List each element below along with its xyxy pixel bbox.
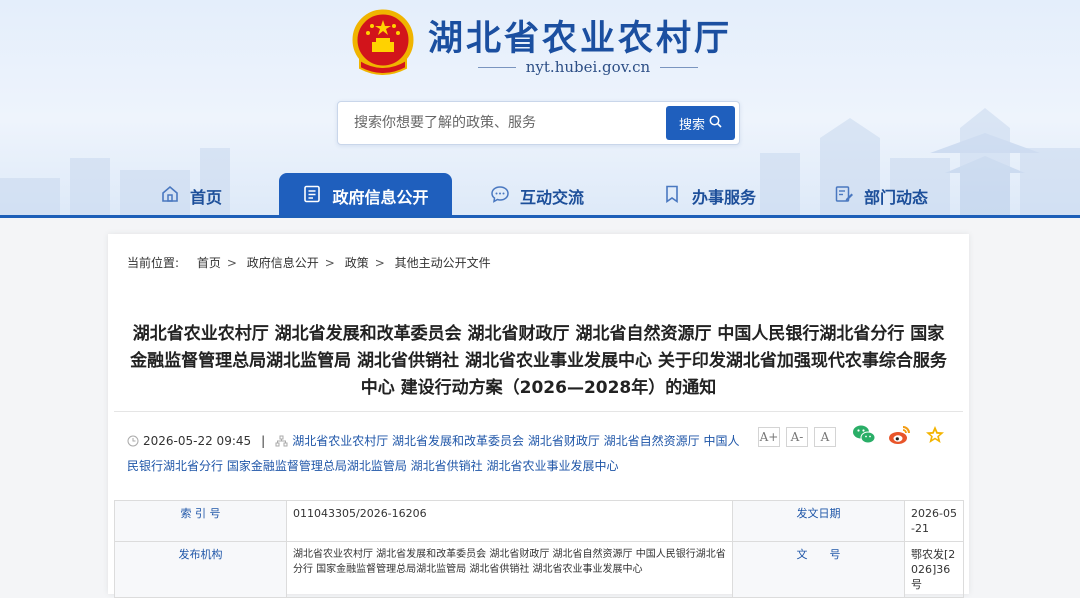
font-increase-label: A+ [759, 430, 779, 444]
nav-gov-info-public-label: 政府信息公开 [332, 187, 429, 207]
wechat-icon[interactable] [852, 424, 876, 450]
nav-interaction-label: 互动交流 [520, 187, 585, 207]
nav-services[interactable]: 办事服务 [662, 173, 782, 218]
breadcrumb-item-policy[interactable]: 政策 [345, 256, 369, 270]
font-reset-button[interactable]: A [814, 427, 836, 447]
article-title: 湖北省农业农村厅 湖北省发展和改革委员会 湖北省财政厅 湖北省自然资源厅 中国人… [130, 324, 947, 398]
document-number-label: 文 号 [732, 541, 905, 598]
site-url-row: nyt.hubei.gov.cn [478, 56, 698, 78]
font-increase-button[interactable]: A+ [758, 427, 780, 447]
nav-home-label: 首页 [190, 187, 223, 207]
table-row: 索 引 号 011043305/2026-16206 发文日期 2026-05-… [114, 500, 964, 542]
weibo-icon[interactable] [888, 424, 912, 450]
favorite-star-icon[interactable] [924, 424, 946, 450]
breadcrumb-item-other-files[interactable]: 其他主动公开文件 [395, 256, 491, 270]
publish-date: 2026-05-22 09:45 [143, 434, 252, 448]
news-edit-icon [834, 184, 854, 208]
breadcrumb-separator: > [374, 256, 385, 270]
breadcrumb-separator: > [226, 256, 237, 270]
nav-department-news-label: 部门动态 [864, 187, 929, 207]
clock-icon [127, 432, 139, 455]
home-icon [160, 184, 180, 208]
header-bottom-bar [0, 215, 1080, 218]
breadcrumb-prefix: 当前位置: [127, 256, 180, 270]
decorative-line [478, 66, 516, 68]
issue-date-label: 发文日期 [732, 500, 905, 542]
search-box: 搜索 [337, 101, 740, 145]
font-decrease-button[interactable]: A- [786, 427, 808, 447]
site-header: 湖北省农业农村厅 nyt.hubei.gov.cn 搜索 首页 政府信息公开 [0, 0, 1080, 218]
share-buttons [852, 424, 946, 450]
national-emblem-logo [350, 8, 416, 76]
document-number-value: 鄂农发[2026]36号 [904, 541, 964, 598]
issuing-agency-value: 湖北省农业农村厅 湖北省发展和改革委员会 湖北省财政厅 湖北省自然资源厅 中国人… [286, 541, 733, 598]
search-icon [709, 115, 722, 132]
search-input[interactable] [338, 102, 664, 144]
issue-date-value: 2026-05-21 [904, 500, 964, 542]
search-button-label: 搜索 [678, 117, 705, 133]
site-title: 湖北省农业农村厅 [428, 19, 733, 59]
index-number-label: 索 引 号 [114, 500, 287, 542]
site-url: nyt.hubei.gov.cn [525, 58, 651, 76]
breadcrumb-separator: > [324, 256, 335, 270]
nav-gov-info-public[interactable]: 政府信息公开 [279, 173, 452, 218]
nav-department-news[interactable]: 部门动态 [834, 173, 954, 218]
title-divider [114, 411, 963, 412]
index-number-value: 011043305/2026-16206 [286, 500, 733, 542]
document-info-table: 索 引 号 011043305/2026-16206 发文日期 2026-05-… [114, 500, 964, 598]
font-decrease-label: A- [790, 430, 804, 444]
bookmark-icon [662, 184, 682, 208]
font-size-controls: A+ A- A [758, 427, 836, 447]
nav-services-label: 办事服务 [692, 187, 757, 207]
article-card: 当前位置: 首页 > 政府信息公开 > 政策 > 其他主动公开文件 湖北省农业农村厅 … [108, 234, 969, 598]
chat-bubble-icon [490, 184, 510, 208]
document-list-icon [302, 184, 322, 208]
nav-interaction[interactable]: 互动交流 [490, 173, 610, 218]
main-nav: 首页 政府信息公开 互动交流 办事服务 部门动态 [0, 173, 1080, 218]
breadcrumb: 当前位置: 首页 > 政府信息公开 > 政策 > 其他主动公开文件 [127, 254, 497, 271]
nav-home[interactable]: 首页 [160, 173, 270, 218]
issuing-agency-label: 发布机构 [114, 541, 287, 598]
font-reset-label: A [820, 430, 830, 444]
decorative-line [660, 66, 698, 68]
article-meta: 2026-05-22 09:45 | 湖北省农业农村厅 湖北省发展和改革委员会 湖… [127, 430, 747, 478]
breadcrumb-item-gov-info[interactable]: 政府信息公开 [247, 256, 319, 270]
meta-separator: | [261, 434, 266, 448]
search-button[interactable]: 搜索 [666, 106, 735, 140]
breadcrumb-item-home[interactable]: 首页 [197, 256, 221, 270]
organization-icon [275, 432, 288, 455]
table-row: 发布机构 湖北省农业农村厅 湖北省发展和改革委员会 湖北省财政厅 湖北省自然资源… [114, 541, 964, 598]
